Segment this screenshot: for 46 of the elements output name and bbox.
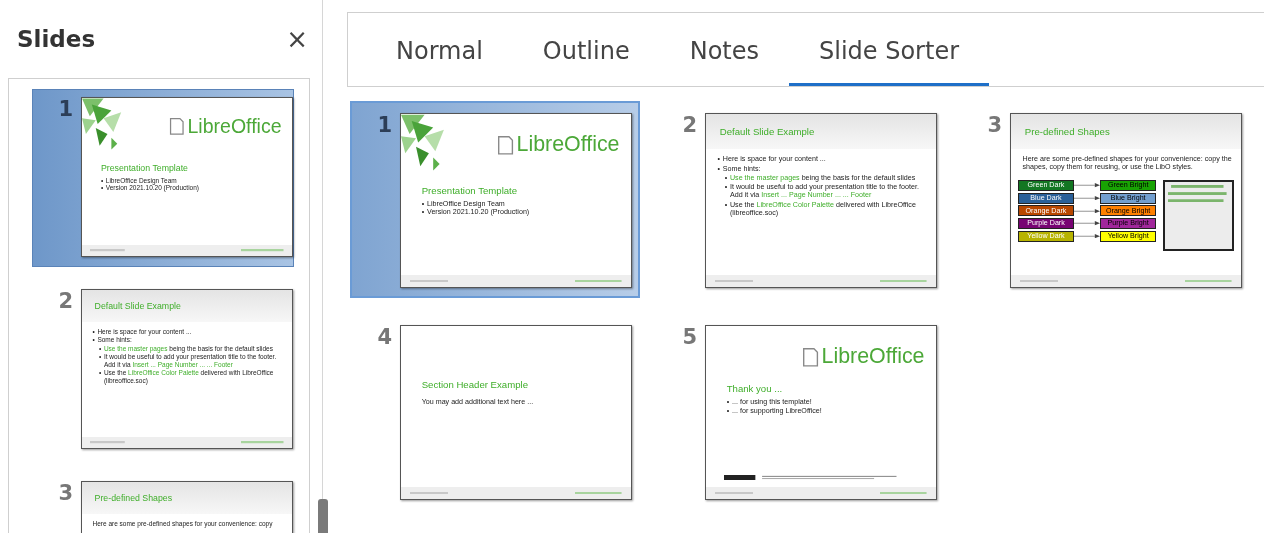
code-lines-drawing: [1167, 184, 1230, 202]
slide-thumbnail[interactable]: [81, 289, 293, 449]
slide-title: Presentation Template: [100, 163, 189, 173]
slide-number: 5: [681, 325, 698, 351]
document-icon: [801, 346, 819, 368]
slide-thumbnail[interactable]: [705, 113, 937, 288]
slide-number: 1: [376, 113, 393, 139]
scrollbar-thumb[interactable]: [318, 499, 328, 533]
slide-number: 3: [57, 481, 74, 507]
panel-title: Slides: [17, 26, 96, 52]
logo-text: LibreOffice: [187, 114, 282, 138]
footer-text-line: [575, 279, 622, 283]
slide-title: Thank you ...: [726, 383, 784, 395]
document-icon: [496, 134, 514, 156]
slide-title: Default Slide Example: [94, 300, 181, 311]
footer-text-line: [1185, 279, 1232, 283]
slide-number: 1: [57, 97, 74, 123]
arrow-icon: [1074, 183, 1101, 188]
document-icon: [169, 116, 185, 136]
slide-title: Pre-defined Shapes: [94, 492, 173, 503]
slide-title: Default Slide Example: [719, 125, 815, 137]
slide-number: 3: [986, 113, 1003, 139]
view-tab[interactable]: Outline: [512, 13, 660, 86]
logo-text: LibreOffice: [821, 344, 925, 370]
arrow-icon: [1074, 196, 1101, 201]
slide-number: 2: [57, 289, 74, 315]
license-badge-icon: [724, 474, 897, 480]
footer-text-line: [575, 491, 622, 495]
slide-title: Pre-defined Shapes: [1024, 125, 1110, 137]
view-tab[interactable]: Normal: [366, 13, 513, 86]
arrow-icon: [1074, 221, 1101, 226]
arrow-icon: [1074, 233, 1101, 239]
slide-title: Section Header Example: [421, 378, 529, 390]
slide-number: 4: [376, 325, 393, 351]
footer-text-line: [241, 249, 284, 252]
slide-number: 2: [681, 113, 698, 139]
close-button[interactable]: ×: [282, 24, 312, 54]
view-tab[interactable]: Slide Sorter: [789, 13, 990, 86]
footer-text-line: [880, 279, 927, 283]
footer-text-line: [880, 491, 927, 495]
slide-title: Presentation Template: [421, 185, 519, 196]
view-tab[interactable]: Notes: [659, 13, 789, 86]
footer-text-line: [241, 441, 284, 444]
logo-text: LibreOffice: [516, 132, 620, 158]
slide-thumbnail[interactable]: [1010, 113, 1242, 288]
arrow-icon: [1074, 208, 1101, 213]
